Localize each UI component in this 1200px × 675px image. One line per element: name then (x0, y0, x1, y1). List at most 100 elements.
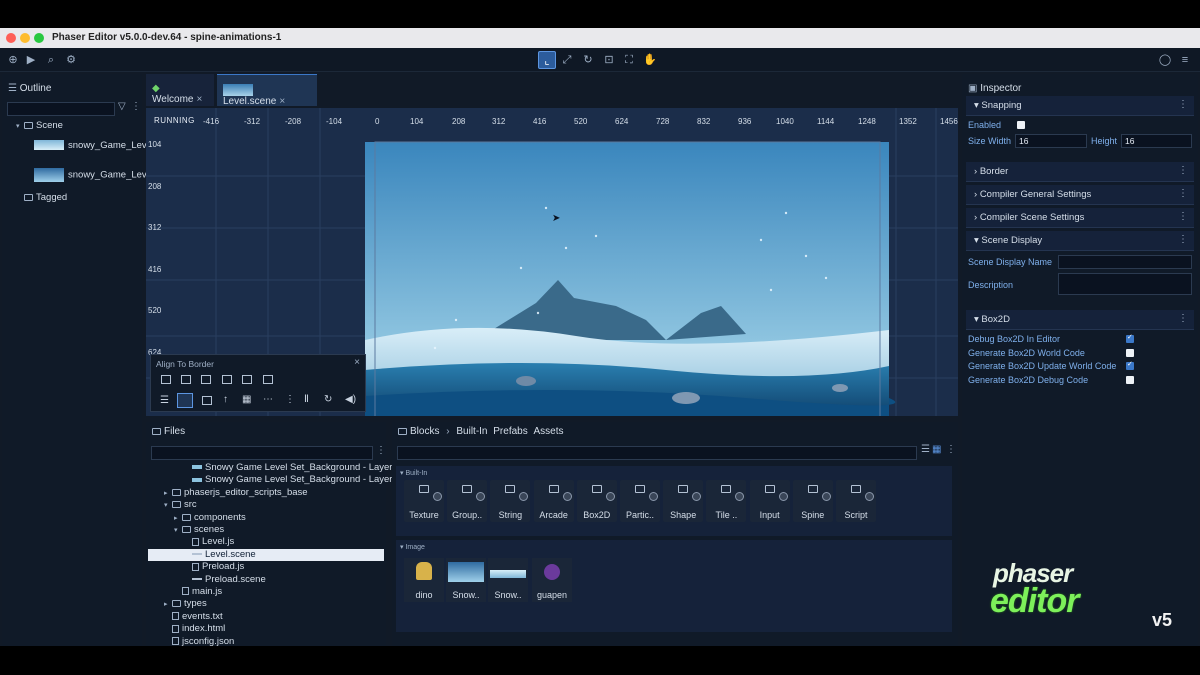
file-tree-row[interactable]: events.txt (148, 611, 384, 623)
list-icon[interactable]: ☰ (160, 395, 169, 406)
box2d-option-checkbox[interactable] (1126, 333, 1134, 343)
maximize-window-button[interactable] (34, 33, 44, 43)
files-filter-input[interactable] (151, 446, 373, 460)
box2d-option-checkbox[interactable] (1126, 360, 1134, 371)
outline-layer-item[interactable]: snowy_Game_Lev (34, 140, 147, 156)
refresh-icon[interactable]: ↻ (324, 394, 332, 405)
file-tree-row[interactable]: index.html (148, 623, 384, 635)
tab-level-scene[interactable]: Level.scene × (217, 74, 317, 107)
file-tree-row[interactable]: Preload.scene (148, 574, 384, 586)
tab-welcome[interactable]: ◆ Welcome × (146, 74, 214, 106)
more-horizontal-icon[interactable]: ⋯ (263, 394, 273, 405)
snapping-section-header[interactable]: ▾ Snapping ⋮ (966, 96, 1194, 116)
chevron-right-icon[interactable]: ▸ (164, 600, 172, 608)
chevron-down-icon[interactable]: ▾ (174, 526, 182, 534)
pan-tool-icon[interactable]: ✋ (641, 51, 659, 69)
breadcrumb-built-in[interactable]: Built-In (456, 426, 487, 437)
minimize-window-button[interactable] (20, 33, 30, 43)
builtin-block[interactable]: Shape (663, 480, 704, 522)
file-tree-row[interactable]: ▾ scenes (148, 524, 384, 536)
section-menu-icon[interactable]: ⋮ (1178, 234, 1188, 245)
close-icon[interactable]: × (279, 96, 285, 107)
list-view-icon[interactable]: ☰ (921, 444, 930, 455)
outline-menu-icon[interactable]: ⋮ (131, 101, 141, 112)
asset-snow-1[interactable]: Snow.. (446, 558, 486, 602)
rotate-tool-icon[interactable]: ↻ (579, 51, 597, 69)
file-tree-row[interactable]: ▸ phaserjs_editor_scripts_base (148, 487, 384, 499)
file-tree-row[interactable]: ▾ src (148, 499, 384, 511)
builtin-block[interactable]: Box2D (576, 480, 617, 522)
description-textarea[interactable] (1058, 273, 1192, 295)
close-icon[interactable]: × (197, 94, 203, 105)
section-menu-icon[interactable]: ⋮ (1178, 165, 1188, 176)
arrow-up-icon[interactable]: ↑ (223, 394, 228, 405)
translate-tool-icon[interactable]: ⌞ (538, 51, 556, 69)
outline-filter-input[interactable] (7, 102, 115, 116)
file-tree-row[interactable]: main.js (148, 586, 384, 598)
box2d-option-checkbox[interactable] (1126, 348, 1134, 357)
section-menu-icon[interactable]: ⋮ (1178, 211, 1188, 222)
close-icon[interactable]: × (354, 357, 360, 368)
asset-dino[interactable]: dino (404, 558, 444, 602)
align-center-h-icon[interactable] (181, 375, 191, 384)
scale-tool-icon[interactable]: ⤢ (558, 51, 576, 69)
file-tree-row[interactable]: Snowy Game Level Set_Background - Layer … (148, 474, 406, 486)
blocks-filter-input[interactable] (397, 446, 917, 460)
breadcrumb-assets[interactable]: Assets (534, 426, 564, 437)
filter-icon[interactable]: ▽ (118, 101, 126, 112)
builtin-block[interactable]: Tile .. (706, 480, 747, 522)
grid-icon[interactable]: ▦ (242, 394, 251, 405)
builtin-block[interactable]: Partic.. (620, 480, 660, 522)
select-region-icon[interactable]: ⛶ (620, 51, 638, 69)
file-tree-row[interactable]: Level.js (148, 536, 384, 548)
align-left-icon[interactable] (161, 375, 171, 384)
builtin-block[interactable]: String (490, 480, 531, 522)
asset-guapen[interactable]: guapen (532, 558, 572, 602)
file-tree-row[interactable]: ▸ components (148, 512, 384, 524)
border-section-header[interactable]: › Border ⋮ (966, 162, 1194, 182)
outline-scene-item[interactable]: ▾ Scene (16, 120, 63, 132)
file-tree-row[interactable]: Snowy Game Level Set_Background - Layer … (148, 462, 406, 474)
builtin-block[interactable]: Texture (404, 480, 444, 522)
more-vertical-icon[interactable]: ⋮ (285, 394, 295, 405)
builtin-block[interactable]: Group.. (447, 480, 488, 522)
build-icon[interactable]: ⚙ (62, 51, 80, 69)
section-menu-icon[interactable]: ⋮ (1178, 313, 1188, 324)
origin-tool-icon[interactable]: ⊡ (600, 51, 618, 69)
builtin-block[interactable]: Input (749, 480, 790, 522)
section-menu-icon[interactable]: ⋮ (1178, 99, 1188, 110)
files-menu-icon[interactable]: ⋮ (376, 445, 386, 456)
align-center-v-icon[interactable] (242, 375, 252, 384)
chevron-right-icon[interactable]: ▸ (164, 489, 172, 497)
play-icon[interactable]: ▶ (22, 51, 40, 69)
chat-icon[interactable]: ◯ (1156, 51, 1174, 69)
section-menu-icon[interactable]: ⋮ (1178, 188, 1188, 199)
sound-icon[interactable]: ◀) (345, 394, 356, 405)
size-width-input[interactable]: 16 (1015, 134, 1087, 148)
box2d-option-checkbox[interactable] (1126, 376, 1134, 385)
builtin-block[interactable]: Arcade (533, 480, 574, 522)
scene-display-section-header[interactable]: ▾ Scene Display ⋮ (966, 231, 1194, 251)
file-tree-row[interactable]: Level.scene (148, 548, 384, 561)
compiler-general-section-header[interactable]: › Compiler General Settings ⋮ (966, 185, 1194, 205)
grid-view-icon[interactable]: ▦ (932, 444, 941, 455)
align-tool-icon[interactable] (177, 393, 193, 408)
search-icon[interactable]: ⌕ (42, 51, 60, 69)
outline-tagged-item[interactable]: Tagged (24, 192, 67, 204)
file-tree-row[interactable]: jsconfig.json (148, 636, 384, 648)
menu-icon[interactable]: ≡ (1176, 51, 1194, 69)
outline-layer-item[interactable]: snowy_Game_Lev (34, 168, 147, 184)
builtin-block[interactable]: Script (836, 480, 876, 522)
align-bottom-icon[interactable] (263, 375, 273, 384)
scene-display-name-input[interactable] (1058, 255, 1192, 269)
file-tree-row[interactable]: Preload.js (148, 561, 384, 573)
snapping-enabled-checkbox[interactable] (1017, 121, 1025, 129)
close-window-button[interactable] (6, 33, 16, 43)
select-object-icon[interactable] (202, 396, 212, 405)
builtin-block[interactable]: Spine (792, 480, 833, 522)
new-project-icon[interactable]: ⊕ (4, 51, 22, 69)
breadcrumb-prefabs[interactable]: Prefabs (493, 426, 527, 437)
blocks-menu-icon[interactable]: ⋮ (946, 444, 956, 455)
align-top-icon[interactable] (222, 375, 232, 384)
chevron-right-icon[interactable]: ▸ (174, 514, 182, 522)
